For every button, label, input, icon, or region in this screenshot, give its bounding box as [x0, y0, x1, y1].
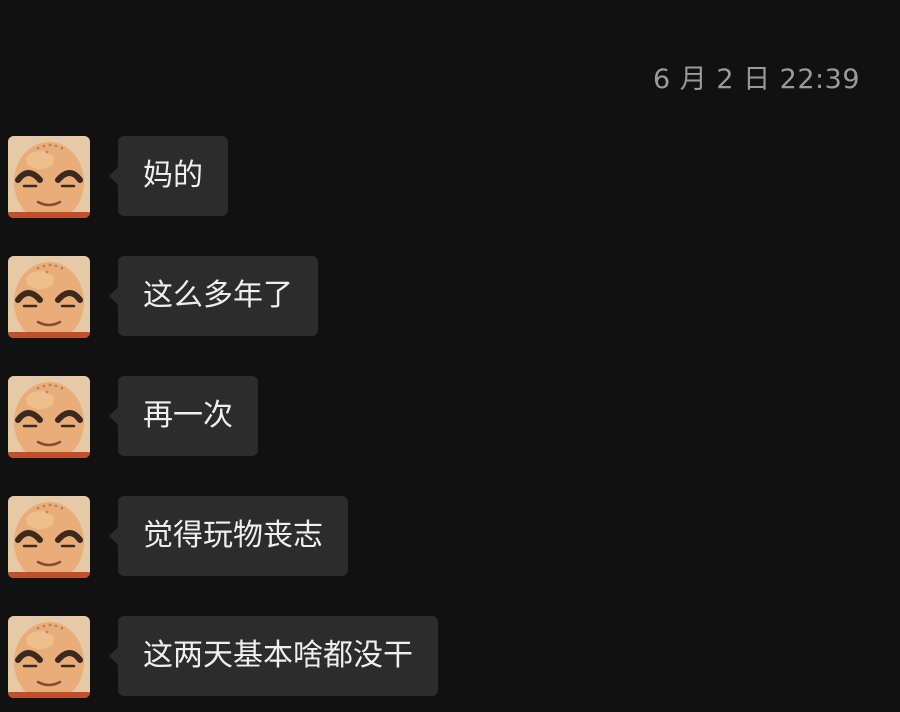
message-text: 觉得玩物丧志 [143, 518, 323, 553]
avatar[interactable] [8, 376, 90, 458]
message-bubble[interactable]: 再一次 [109, 376, 258, 456]
bald-monk-avatar-icon [8, 256, 90, 338]
message-bubble[interactable]: 这么多年了 [109, 256, 318, 336]
message-bubble[interactable]: 妈的 [109, 136, 228, 216]
message-text: 这两天基本啥都没干 [143, 638, 413, 673]
bald-monk-avatar-icon [8, 136, 90, 218]
message-row: 这么多年了 [8, 256, 868, 338]
chat-view: 6 月 2 日 22:39 妈的 这么多年了 再一次 觉得玩物丧志 这两天基本啥… [0, 0, 900, 712]
bald-monk-avatar-icon [8, 616, 90, 698]
avatar[interactable] [8, 136, 90, 218]
message-row: 妈的 [8, 136, 868, 218]
bald-monk-avatar-icon [8, 496, 90, 578]
avatar[interactable] [8, 496, 90, 578]
message-text: 这么多年了 [143, 278, 293, 313]
message-text: 妈的 [143, 158, 203, 193]
message-bubble[interactable]: 觉得玩物丧志 [109, 496, 348, 576]
message-row: 这两天基本啥都没干 [8, 616, 868, 698]
message-text: 再一次 [143, 398, 233, 433]
message-row: 再一次 [8, 376, 868, 458]
avatar[interactable] [8, 616, 90, 698]
message-bubble[interactable]: 这两天基本啥都没干 [109, 616, 438, 696]
bald-monk-avatar-icon [8, 376, 90, 458]
avatar[interactable] [8, 256, 90, 338]
message-row: 觉得玩物丧志 [8, 496, 868, 578]
message-timestamp: 6 月 2 日 22:39 [653, 64, 860, 95]
